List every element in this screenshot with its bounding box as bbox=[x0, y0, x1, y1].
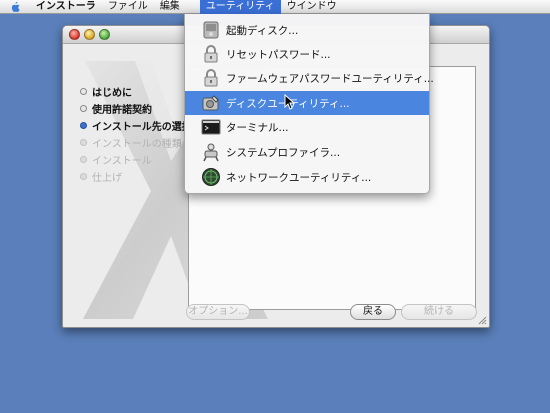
step-label: インストール bbox=[92, 156, 152, 167]
menu-item-disk-utility[interactable]: ディスクユーティリティ... bbox=[185, 91, 429, 115]
menu-edit[interactable]: 編集 bbox=[154, 0, 186, 14]
apple-menu-icon[interactable] bbox=[0, 0, 30, 14]
menu-item-startup-disk[interactable]: 起動ディスク... bbox=[185, 18, 429, 42]
menu-item-label: ファームウェアパスワードユーティリティ... bbox=[226, 72, 434, 85]
step-introduction: はじめに bbox=[80, 83, 192, 100]
step-select-destination: インストール先の選択 bbox=[80, 117, 192, 134]
step-bullet bbox=[80, 156, 87, 163]
back-button[interactable]: 戻る bbox=[350, 304, 396, 320]
options-button[interactable]: オプション... bbox=[186, 304, 250, 320]
startup-disk-icon bbox=[203, 21, 219, 39]
menu-bar: インストーラ ファイル 編集 ユーティリティ ウインドウ bbox=[0, 0, 550, 14]
system-profiler-icon bbox=[203, 143, 219, 162]
menu-item-reset-password[interactable]: リセットパスワード... bbox=[185, 42, 429, 66]
menu-item-system-profiler[interactable]: システムプロファイラ... bbox=[185, 140, 429, 164]
step-finish: 仕上げ bbox=[80, 168, 192, 185]
zoom-button[interactable] bbox=[99, 29, 110, 40]
step-license: 使用許諾契約 bbox=[80, 100, 192, 117]
menu-utilities[interactable]: ユーティリティ bbox=[199, 0, 281, 14]
resize-grip-icon[interactable] bbox=[477, 315, 487, 325]
step-bullet bbox=[80, 173, 87, 180]
disk-utility-icon bbox=[202, 95, 219, 111]
menu-item-network-utility[interactable]: ネットワークユーティリティ... bbox=[185, 165, 429, 189]
step-label: 仕上げ bbox=[92, 173, 122, 184]
menu-item-label: リセットパスワード... bbox=[226, 48, 331, 61]
lock-icon bbox=[204, 45, 218, 63]
menu-item-label: ネットワークユーティリティ... bbox=[226, 171, 372, 184]
menu-file[interactable]: ファイル bbox=[102, 0, 154, 14]
close-button[interactable] bbox=[69, 29, 80, 40]
step-bullet bbox=[80, 105, 87, 112]
step-label: 使用許諾契約 bbox=[92, 105, 152, 116]
step-installation-type: インストールの種類 bbox=[80, 134, 192, 151]
terminal-icon bbox=[201, 119, 221, 135]
step-install: インストール bbox=[80, 151, 192, 168]
menu-item-label: ターミナル... bbox=[226, 121, 289, 134]
menu-item-label: システムプロファイラ... bbox=[226, 146, 341, 159]
menu-item-terminal[interactable]: ターミナル... bbox=[185, 115, 429, 139]
mouse-cursor-icon bbox=[284, 94, 296, 110]
lock-icon bbox=[204, 69, 218, 87]
minimize-button[interactable] bbox=[84, 29, 95, 40]
step-bullet bbox=[80, 139, 87, 146]
menu-item-firmware-password-utility[interactable]: ファームウェアパスワードユーティリティ... bbox=[185, 66, 434, 90]
utilities-menu: 起動ディスク... リセットパスワード... ファームウェアパスワードユーティリ… bbox=[184, 14, 434, 194]
continue-button[interactable]: 続ける bbox=[401, 304, 477, 320]
step-list: はじめに 使用許諾契約 インストール先の選択 インストールの種類 インストール … bbox=[80, 83, 192, 185]
step-label: インストール先の選択 bbox=[92, 122, 192, 133]
step-bullet bbox=[80, 88, 87, 95]
network-utility-icon bbox=[202, 168, 220, 186]
step-label: はじめに bbox=[92, 88, 132, 99]
menu-item-label: 起動ディスク... bbox=[226, 24, 299, 37]
menu-installer[interactable]: インストーラ bbox=[30, 0, 102, 14]
menu-window[interactable]: ウインドウ bbox=[281, 0, 343, 14]
step-label: インストールの種類 bbox=[92, 139, 182, 150]
step-bullet-current bbox=[80, 122, 87, 129]
